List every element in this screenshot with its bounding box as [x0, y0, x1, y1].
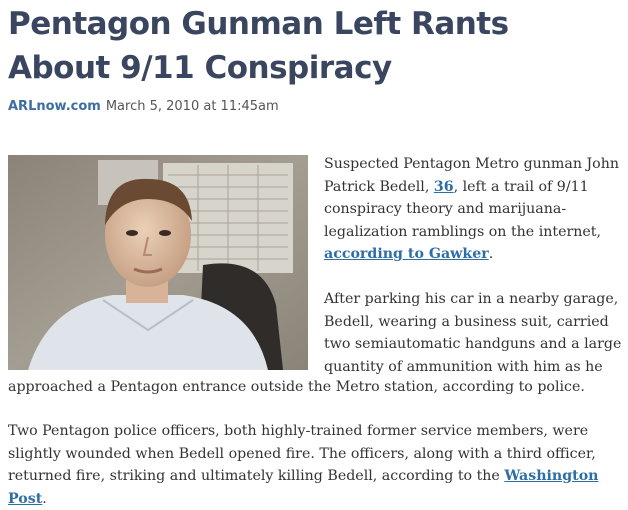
publish-date: March 5, 2010 at 11:45am	[105, 99, 279, 114]
paragraph-1: Suspected Pentagon Metro gunman John Pat…	[324, 156, 619, 262]
paragraph-2-continued: approached a Pentagon entrance outside t…	[8, 379, 585, 395]
site-link[interactable]: ARLnow.com	[8, 99, 101, 114]
age-link[interactable]: 36	[434, 179, 454, 195]
article-headline: Pentagon Gunman Left Rants About 9/11 Co…	[8, 6, 509, 86]
video-still-image	[8, 155, 308, 370]
article-meta: ARLnow.com March 5, 2010 at 11:45am	[8, 99, 279, 114]
gawker-link[interactable]: according to Gawker	[324, 246, 489, 262]
paragraph-3: Two Pentagon police officers, both highl…	[8, 423, 599, 507]
paragraph-2: After parking his car in a nearby garage…	[324, 291, 622, 375]
